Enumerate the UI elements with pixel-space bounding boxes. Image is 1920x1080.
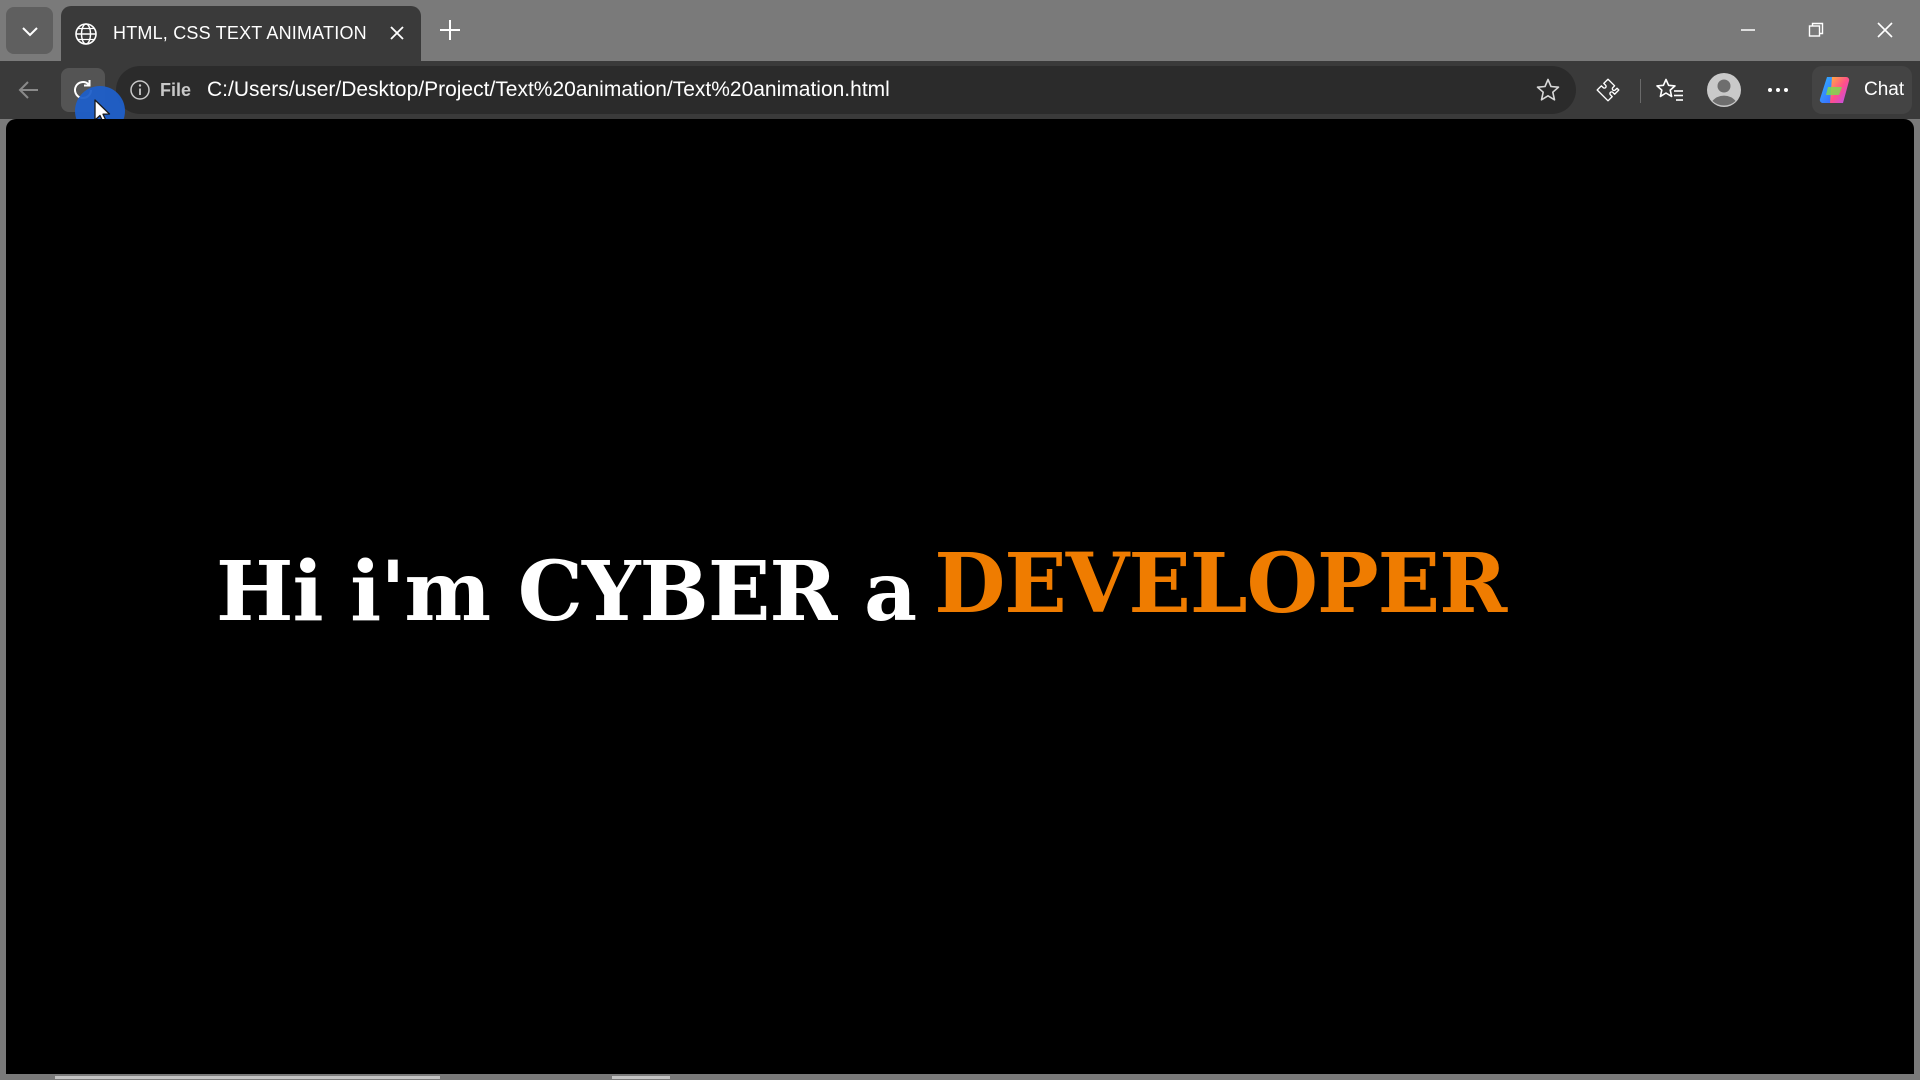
favorites-button[interactable] [1648, 68, 1692, 112]
minimize-button[interactable] [1725, 10, 1771, 50]
close-tab-button[interactable] [383, 19, 411, 47]
restore-icon [1808, 22, 1824, 37]
browser-toolbar: File C:/Users/user/Desktop/Project/Text%… [0, 61, 1920, 119]
chat-label: Chat [1864, 79, 1905, 100]
info-icon[interactable] [126, 76, 154, 104]
plus-icon [440, 20, 460, 40]
back-button[interactable] [7, 68, 51, 112]
profile-icon [1707, 73, 1741, 107]
add-favorite-button[interactable] [1530, 72, 1566, 108]
active-tab[interactable]: HTML, CSS TEXT ANIMATION [61, 6, 421, 61]
headline-static-text: Hi i'm CYBER a [216, 544, 917, 640]
new-tab-button[interactable] [432, 12, 468, 48]
scrollbar-segment [612, 1076, 670, 1079]
headline-animated-word: DEVELOPER [934, 536, 1507, 632]
tab-strip: HTML, CSS TEXT ANIMATION [0, 0, 1920, 61]
tab-title: HTML, CSS TEXT ANIMATION [113, 23, 367, 43]
address-scheme-label: File [160, 79, 192, 100]
extensions-button[interactable] [1586, 68, 1630, 112]
toolbar-divider [1640, 79, 1641, 103]
back-arrow-icon [18, 81, 38, 99]
chevron-down-icon [21, 26, 38, 36]
star-icon [1536, 78, 1560, 101]
more-icon [1768, 88, 1788, 92]
more-button[interactable] [1756, 68, 1800, 112]
copilot-chat-button[interactable]: Chat [1812, 66, 1912, 114]
headline: Hi i'm CYBER a DEVELOPER [216, 536, 1507, 640]
address-url[interactable]: C:/Users/user/Desktop/Project/Text%20ani… [207, 78, 890, 102]
copilot-icon [1819, 76, 1850, 104]
tab-actions-button[interactable] [6, 7, 53, 54]
close-icon [1877, 22, 1893, 38]
page-viewport: Hi i'm CYBER a DEVELOPER [6, 119, 1914, 1074]
close-window-button[interactable] [1862, 10, 1908, 50]
horizontal-scrollbar-thumb[interactable] [55, 1076, 440, 1079]
favorites-icon [1656, 78, 1683, 101]
profile-button[interactable] [1702, 68, 1746, 112]
extensions-icon [1596, 78, 1620, 102]
minimize-icon [1741, 29, 1755, 31]
globe-icon [73, 21, 99, 47]
restore-button[interactable] [1793, 10, 1839, 50]
address-bar[interactable]: File C:/Users/user/Desktop/Project/Text%… [116, 66, 1576, 114]
close-icon [390, 26, 404, 40]
